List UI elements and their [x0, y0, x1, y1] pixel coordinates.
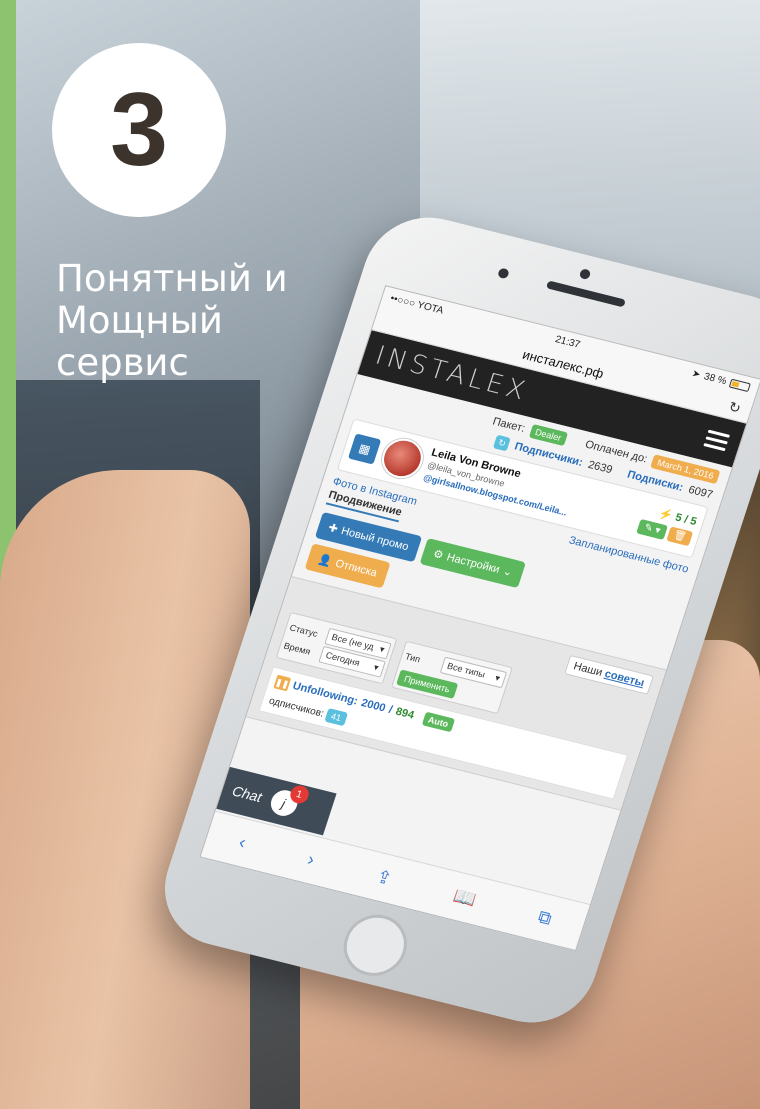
- step-number: 3: [110, 72, 168, 188]
- filters-panel: Наши советы Статус Все (не уд ▾ Время Се…: [245, 576, 667, 811]
- reload-icon[interactable]: ↻: [726, 398, 743, 417]
- unsubscribe-label: Отписка: [333, 557, 379, 579]
- location-icon: ➤: [690, 367, 703, 381]
- earpiece-speaker: [545, 280, 626, 308]
- clock-text: 21:37: [553, 333, 582, 351]
- battery-icon: [728, 378, 752, 392]
- time-value: Сегодня: [324, 650, 362, 668]
- tips-prefix: Наши: [571, 660, 604, 679]
- tabs-icon[interactable]: ⧉: [535, 906, 555, 929]
- step-badge: 3: [52, 43, 226, 217]
- pause-icon[interactable]: ❚❚: [273, 674, 292, 692]
- chat-avatar: j 1: [267, 783, 311, 819]
- plus-icon: ✚: [326, 521, 340, 536]
- forward-icon[interactable]: ›: [305, 849, 317, 870]
- task-separator: /: [387, 703, 394, 717]
- home-button[interactable]: [335, 908, 416, 983]
- following-count: 6097: [686, 483, 715, 502]
- promo-headline: Понятный и Мощный сервис: [56, 258, 316, 384]
- package-badge: Dealer: [528, 423, 569, 447]
- new-promo-label: Новый промо: [339, 524, 411, 553]
- chat-avatar-letter: j: [280, 795, 288, 811]
- headline-line-1: Понятный и: [56, 257, 288, 300]
- package-label: Пакет:: [491, 415, 527, 435]
- proximity-sensor: [497, 267, 510, 280]
- task-followers-label: одписчиков:: [267, 695, 326, 720]
- tips-box: Наши советы: [563, 654, 654, 695]
- bookmarks-icon[interactable]: 📖: [451, 885, 479, 910]
- task-followers-badge: 41: [324, 707, 348, 727]
- grid-icon[interactable]: ▦: [347, 433, 382, 465]
- task-followers-line: одписчиков: 41: [267, 696, 612, 792]
- time-label: Время: [282, 640, 312, 657]
- avatar[interactable]: [376, 434, 429, 483]
- auto-badge[interactable]: Auto: [421, 711, 456, 733]
- tips-link[interactable]: советы: [603, 668, 646, 689]
- headline-line-2: Мощный: [56, 299, 223, 342]
- front-camera: [578, 268, 592, 281]
- gear-icon: ⚙: [431, 548, 445, 562]
- profile-actions: ⚡ 5 / 5 ✎ ▾ 🗑: [636, 503, 698, 547]
- share-icon[interactable]: ⇪: [373, 866, 395, 890]
- hamburger-menu-icon[interactable]: [703, 429, 731, 451]
- back-icon[interactable]: ‹: [236, 832, 248, 853]
- select-arrow-icon: ▾: [378, 643, 386, 655]
- chat-unread-badge: 1: [287, 783, 311, 806]
- task-done: 2000: [359, 697, 388, 715]
- delete-button[interactable]: 🗑: [666, 526, 694, 547]
- task-total: 894: [394, 705, 416, 722]
- user-remove-icon: 👤: [316, 553, 334, 569]
- status-label: Статус: [288, 621, 320, 639]
- type-label: Тип: [404, 650, 422, 664]
- settings-label: Настройки: [445, 550, 502, 576]
- chevron-down-icon: ⌄: [501, 565, 514, 580]
- lightning-icon: ⚡: [657, 507, 675, 523]
- battery-percent: 38 %: [702, 370, 729, 387]
- headline-line-3: сервис: [56, 341, 189, 384]
- profile-info: Leila Von Browne @leila_von_browne @girl…: [422, 446, 642, 535]
- edit-button[interactable]: ✎ ▾: [636, 518, 669, 541]
- chat-label: Chat: [230, 782, 264, 806]
- type-value: Все типы: [445, 660, 487, 680]
- select-arrow-icon: ▾: [372, 661, 380, 673]
- select-arrow-icon: ▾: [493, 672, 502, 684]
- refresh-icon[interactable]: ↻: [493, 434, 512, 452]
- followers-count: 2639: [586, 458, 614, 477]
- limit-value: 5 / 5: [673, 511, 699, 529]
